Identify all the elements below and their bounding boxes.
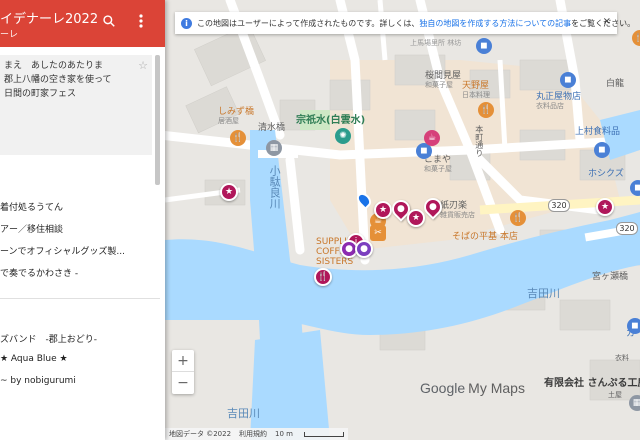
map-label-sanburu: 有限会社 さんぷる工房 <box>544 378 640 389</box>
search-button[interactable] <box>100 12 118 30</box>
google-wordmark: Google <box>420 380 466 396</box>
landmark-poi-icon[interactable]: ✺ <box>335 128 351 144</box>
search-icon <box>103 15 115 27</box>
bridge-poi-icon[interactable]: ▦ <box>266 140 282 156</box>
map-label-sobanohiraki: そばの平基 本店 <box>452 232 518 242</box>
more-vert-icon <box>139 14 143 28</box>
list-item[interactable]: ーンでオフィシャルグッズ製... <box>0 244 125 257</box>
building-poi-icon[interactable]: ▦ <box>629 395 640 411</box>
star-marker-4[interactable]: ★ <box>596 198 614 216</box>
map-footer: 地図データ ©2022 利用規約 10 m <box>165 428 348 440</box>
food-marker[interactable]: 🍴 <box>314 268 332 286</box>
map-label-sakuramabashi: 桜間見屋 和菓子屋 <box>425 71 462 89</box>
map-subtitle: ーレ <box>0 30 19 40</box>
description-line: 郡上八幡の空き家を使って <box>4 75 112 85</box>
shop-poi-icon-6[interactable]: ◼ <box>627 318 640 334</box>
list-item[interactable]: ズバンド -郡上おどり- <box>0 332 97 345</box>
divider <box>0 298 160 299</box>
description-line: 日間の町家フェス <box>4 89 77 99</box>
map-description: まえ あしたのあたりま 郡上八幡の空き家を使って 日間の町家フェス ☆ <box>0 55 152 155</box>
purple-marker-2[interactable]: ● <box>355 240 373 258</box>
map-label-odaragawa: 小駄良川 <box>268 165 282 209</box>
cut-marker-icon[interactable]: ✂ <box>370 225 386 241</box>
map-label-shimizubashi: しみず橋 居酒屋 <box>218 107 255 125</box>
star-outline-icon[interactable]: ☆ <box>138 59 148 73</box>
map-label-top: 上馬場里所 林坊 <box>410 39 462 47</box>
terms-link[interactable]: 利用規約 <box>239 429 267 439</box>
list-item[interactable]: ~ by nobigurumi <box>0 376 76 386</box>
google-mymaps-logo: Google My Maps <box>420 380 525 396</box>
restaurant-poi-icon-2[interactable]: 🍴 <box>478 102 494 118</box>
map-label-miyagase: 宮ヶ瀬橋 <box>592 272 629 282</box>
map-data-attribution: 地図データ ©2022 <box>169 430 232 438</box>
restaurant-poi-icon[interactable]: 🍴 <box>230 130 246 146</box>
map-label-shiroku: 白龍 <box>606 79 625 89</box>
map-label-kimono: 衣料 <box>615 354 629 362</box>
user-map-notice-banner: i この地図はユーザーによって作成されたものです。詳しくは、 独自の地図を作成す… <box>175 12 635 34</box>
zoom-in-button[interactable]: + <box>172 350 194 372</box>
shop-poi-icon-4[interactable]: ◼ <box>594 142 610 158</box>
map-label-yoshidagawa-2: 吉田川 <box>227 407 260 420</box>
map-label-tennoya: 天野屋 日本料理 <box>462 81 490 99</box>
map-label-doshinya: 土屋 <box>608 391 622 399</box>
description-line: まえ あしたのあたりま <box>4 61 104 71</box>
shop-poi-icon-5[interactable]: ◼ <box>630 180 640 196</box>
star-marker[interactable]: ★ <box>220 183 238 201</box>
mymaps-wordmark: My Maps <box>468 380 525 396</box>
map-label-yoshidagawa: 吉田川 <box>527 287 560 300</box>
sidebar-scrollbar[interactable] <box>155 55 160 185</box>
road-shield-320-2: 320 <box>616 222 638 235</box>
restaurant-poi-icon-3[interactable]: 🍴 <box>510 210 526 226</box>
map-sidebar: イデナーレ2022 ーレ まえ あしたのあたりま 郡上八幡の空き家を使って 日間… <box>0 0 165 440</box>
map-label-uemura: 上村食料品 <box>575 127 621 137</box>
list-item[interactable]: 着付処るうてん <box>0 200 63 213</box>
star-marker-2[interactable]: ★ <box>374 201 392 219</box>
map-label-komaya: こまや 和菓子屋 <box>424 155 452 173</box>
info-icon: i <box>181 17 192 29</box>
road-shield-320: 320 <box>548 199 570 212</box>
banner-text: この地図はユーザーによって作成されたものです。詳しくは、 <box>197 18 420 28</box>
cafe-poi-icon[interactable]: ☕ <box>424 130 440 146</box>
banner-close-button[interactable]: × <box>603 16 611 27</box>
map-title[interactable]: イデナーレ2022 <box>0 8 98 27</box>
banner-link[interactable]: 独自の地図を作成する方法についての記事 <box>419 18 571 29</box>
scale-label: 10 m <box>275 430 293 438</box>
zoom-controls: + − <box>172 350 194 394</box>
star-marker-3[interactable]: ★ <box>407 209 425 227</box>
map-label-kamiyaraku: 紙刃楽 雑貨販売店 <box>440 201 475 219</box>
map-label-seisuibashi: 清水橋 <box>258 123 286 133</box>
sidebar-header: イデナーレ2022 ーレ <box>0 0 165 47</box>
map-label-marusho: 丸正屋物店 衣料品店 <box>536 92 582 110</box>
list-item[interactable]: ★ Aqua Blue ★ <box>0 354 68 364</box>
shop-poi-icon[interactable]: ◼ <box>476 38 492 54</box>
map-label-sogisui: 宗祇水(白雲水) <box>296 115 366 126</box>
list-item[interactable]: アー／移住相談 <box>0 222 63 235</box>
scale-bar <box>304 431 344 437</box>
map-label-honmachi: 本町通り <box>474 125 484 157</box>
map-label-hoshikuzu: ホシクズ <box>588 169 624 179</box>
shop-poi-icon-2[interactable]: ◼ <box>560 72 576 88</box>
more-options-button[interactable] <box>132 12 150 30</box>
list-item[interactable]: で奏でるかわさき - <box>0 266 78 279</box>
zoom-out-button[interactable]: − <box>172 372 194 394</box>
